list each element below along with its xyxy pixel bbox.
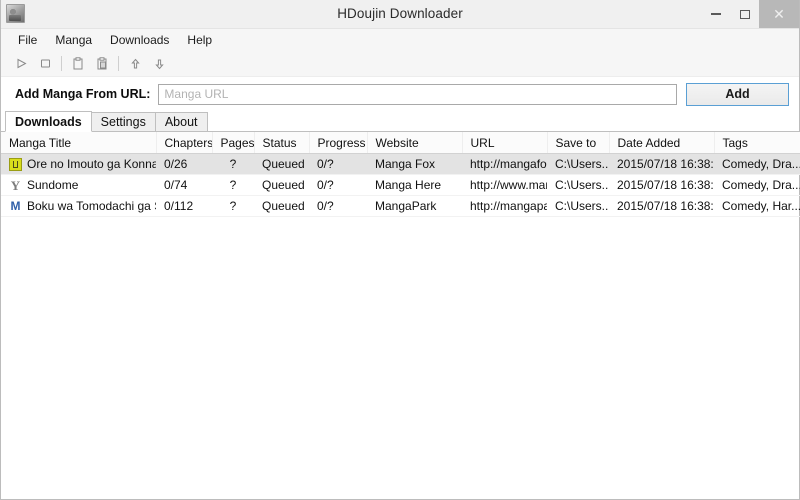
column-header-status[interactable]: Status: [254, 132, 310, 154]
clipboard-paste-icon: [97, 57, 107, 70]
add-manga-url-row: Add Manga From URL: Add: [1, 77, 799, 111]
tab-downloads[interactable]: Downloads: [5, 111, 92, 132]
add-manga-url-label: Add Manga From URL:: [15, 87, 151, 101]
cell-save-to: C:\Users...: [547, 195, 609, 217]
table-header-row: Manga Title Chapters Pages Status Progre…: [1, 132, 800, 154]
arrow-down-icon: [154, 59, 164, 69]
play-triangle-icon: [17, 58, 27, 69]
table-row[interactable]: M Boku wa Tomodachi ga S... 0/112 ? Queu…: [1, 195, 800, 217]
mangahere-favicon: Y: [10, 177, 21, 193]
clipboard-icon: [73, 57, 83, 70]
menu-item-manga[interactable]: Manga: [46, 30, 101, 50]
column-header-chapters[interactable]: Chapters: [156, 132, 213, 154]
mangapark-favicon: M: [10, 198, 21, 213]
tab-about[interactable]: About: [154, 112, 208, 132]
tab-settings[interactable]: Settings: [90, 112, 156, 132]
cell-website: MangaPark: [367, 195, 462, 217]
toolbar: [1, 51, 799, 77]
cell-manga-title: M Boku wa Tomodachi ga S...: [1, 195, 156, 217]
application-window: HDoujin Downloader ✕ File Manga Download…: [0, 0, 800, 500]
cell-chapters: 0/26: [156, 153, 212, 175]
move-down-button[interactable]: [147, 53, 171, 74]
title-bar: HDoujin Downloader ✕: [1, 0, 799, 29]
window-title: HDoujin Downloader: [337, 6, 463, 21]
column-header-date-added[interactable]: Date Added: [609, 132, 715, 154]
cell-manga-title: Y Sundome: [1, 174, 156, 196]
cell-pages: ?: [212, 174, 254, 196]
arrow-up-icon: [130, 58, 140, 68]
menu-item-downloads[interactable]: Downloads: [101, 30, 178, 50]
column-header-pages[interactable]: Pages: [212, 132, 255, 154]
cell-manga-title: Ore no Imouto ga Konna ...: [1, 153, 156, 175]
manga-title-text: Sundome: [27, 178, 79, 192]
cell-url: http://mangapar...: [462, 195, 547, 217]
cell-url: http://mangafox...: [462, 153, 547, 175]
maximize-button[interactable]: [730, 0, 759, 28]
cell-website: Manga Fox: [367, 153, 462, 175]
manga-url-input[interactable]: [158, 83, 677, 105]
cell-pages: ?: [212, 153, 254, 175]
toolbar-separator: [61, 56, 62, 71]
stop-downloads-button[interactable]: [33, 53, 57, 74]
mangafox-favicon: [9, 157, 22, 171]
menu-bar: File Manga Downloads Help: [1, 29, 799, 51]
cell-progress: 0/?: [309, 195, 367, 217]
toolbar-separator: [118, 56, 119, 71]
add-from-clipboard-button[interactable]: [66, 53, 90, 74]
table-row[interactable]: Y Sundome 0/74 ? Queued 0/? Manga Here h…: [1, 174, 800, 196]
cell-status: Queued: [254, 195, 309, 217]
cell-progress: 0/?: [309, 153, 367, 175]
close-button[interactable]: ✕: [759, 0, 799, 28]
column-header-url[interactable]: URL: [462, 132, 548, 154]
paste-queue-button[interactable]: [90, 53, 114, 74]
manga-title-text: Ore no Imouto ga Konna ...: [27, 157, 156, 171]
cell-tags: Comedy, Har...: [714, 195, 800, 217]
cell-progress: 0/?: [309, 174, 367, 196]
cell-date-added: 2015/07/18 16:38:37: [609, 174, 714, 196]
cell-date-added: 2015/07/18 16:38:48: [609, 195, 714, 217]
window-controls: ✕: [701, 0, 799, 28]
cell-status: Queued: [254, 153, 309, 175]
minimize-button[interactable]: [701, 0, 730, 28]
column-header-website[interactable]: Website: [367, 132, 463, 154]
stop-square-icon: [40, 59, 50, 68]
downloads-table: Manga Title Chapters Pages Status Progre…: [1, 132, 800, 217]
table-row[interactable]: Ore no Imouto ga Konna ... 0/26 ? Queued…: [1, 153, 800, 175]
column-header-manga-title[interactable]: Manga Title: [1, 132, 157, 154]
start-downloads-button[interactable]: [9, 53, 33, 74]
menu-item-help[interactable]: Help: [178, 30, 221, 50]
add-button[interactable]: Add: [686, 82, 789, 106]
manga-title-text: Boku wa Tomodachi ga S...: [27, 199, 156, 213]
cell-website: Manga Here: [367, 174, 462, 196]
cell-save-to: C:\Users...: [547, 153, 609, 175]
cell-save-to: C:\Users...: [547, 174, 609, 196]
cell-tags: Comedy, Dra...: [714, 153, 800, 175]
cell-tags: Comedy, Dra...: [714, 174, 800, 196]
column-header-tags[interactable]: Tags: [714, 132, 800, 154]
cell-chapters: 0/112: [156, 195, 212, 217]
menu-item-file[interactable]: File: [9, 30, 46, 50]
move-up-button[interactable]: [123, 53, 147, 74]
column-header-progress[interactable]: Progress: [309, 132, 368, 154]
cell-pages: ?: [212, 195, 254, 217]
cell-status: Queued: [254, 174, 309, 196]
cell-chapters: 0/74: [156, 174, 212, 196]
column-header-save-to[interactable]: Save to: [547, 132, 610, 154]
cell-url: http://www.man...: [462, 174, 547, 196]
cell-date-added: 2015/07/18 16:38:09: [609, 153, 714, 175]
tab-bar: Downloads Settings About: [1, 111, 799, 132]
